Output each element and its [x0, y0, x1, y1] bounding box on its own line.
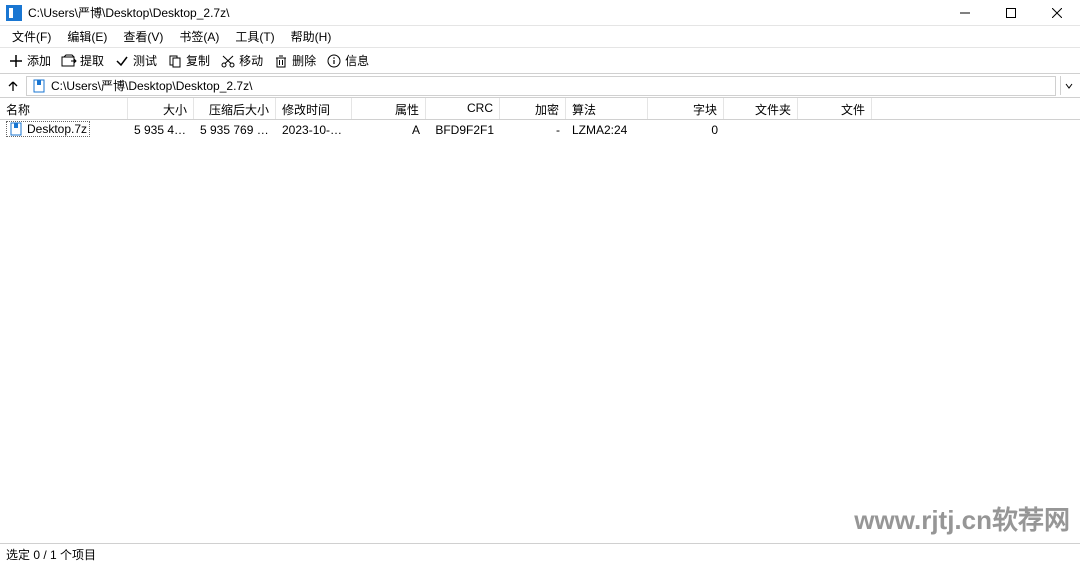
menubar: 文件(F) 编辑(E) 查看(V) 书签(A) 工具(T) 帮助(H): [0, 26, 1080, 48]
toolbar-label: 复制: [186, 52, 210, 69]
col-method[interactable]: 算法: [566, 98, 648, 119]
menu-help[interactable]: 帮助(H): [283, 25, 340, 48]
addressbar: [0, 74, 1080, 98]
archive-file-icon: [9, 122, 23, 136]
address-input[interactable]: [51, 79, 1051, 93]
col-size[interactable]: 大小: [128, 98, 194, 119]
close-button[interactable]: [1034, 0, 1080, 25]
toolbar-extract-button[interactable]: 提取: [57, 50, 108, 71]
cell-modified: 2023-10-20 1...: [276, 121, 352, 139]
window-title: C:\Users\严博\Desktop\Desktop_2.7z\: [28, 4, 942, 21]
plus-icon: [8, 53, 24, 69]
col-files[interactable]: 文件: [798, 98, 872, 119]
cell-size: 5 935 401 943: [128, 121, 194, 139]
menu-edit[interactable]: 编辑(E): [59, 25, 115, 48]
status-text: 选定 0 / 1 个项目: [6, 546, 96, 563]
cell-block: 0: [648, 121, 724, 139]
window-controls: [942, 0, 1080, 25]
toolbar: 添加 提取 测试 复制 移动 删除 信息: [0, 48, 1080, 74]
col-packed[interactable]: 压缩后大小: [194, 98, 276, 119]
toolbar-add-button[interactable]: 添加: [4, 50, 55, 71]
up-button[interactable]: [4, 77, 22, 95]
info-icon: [326, 53, 342, 69]
minimize-button[interactable]: [942, 0, 988, 25]
col-block[interactable]: 字块: [648, 98, 724, 119]
col-name[interactable]: 名称: [0, 98, 128, 119]
cell-name: Desktop.7z: [0, 120, 128, 141]
toolbar-label: 提取: [80, 52, 104, 69]
copy-icon: [167, 53, 183, 69]
extract-icon: [61, 53, 77, 69]
col-modified[interactable]: 修改时间: [276, 98, 352, 119]
app-icon: [6, 5, 22, 21]
col-attr[interactable]: 属性: [352, 98, 426, 119]
titlebar: C:\Users\严博\Desktop\Desktop_2.7z\: [0, 0, 1080, 26]
menu-view[interactable]: 查看(V): [115, 25, 171, 48]
col-crc[interactable]: CRC: [426, 98, 500, 119]
maximize-button[interactable]: [988, 0, 1034, 25]
toolbar-label: 测试: [133, 52, 157, 69]
toolbar-label: 添加: [27, 52, 51, 69]
menu-bookmark[interactable]: 书签(A): [171, 25, 227, 48]
cell-folders: [724, 128, 798, 132]
scissors-icon: [220, 53, 236, 69]
toolbar-test-button[interactable]: 测试: [110, 50, 161, 71]
toolbar-label: 信息: [345, 52, 369, 69]
address-dropdown-button[interactable]: [1060, 76, 1076, 95]
table-row[interactable]: Desktop.7z 5 935 401 943 5 935 769 432 2…: [0, 120, 1080, 140]
address-input-wrap: [26, 76, 1056, 96]
menu-tools[interactable]: 工具(T): [227, 25, 282, 48]
statusbar: 选定 0 / 1 个项目: [0, 543, 1080, 565]
cell-encrypted: -: [500, 121, 566, 139]
cell-attr: A: [352, 121, 426, 139]
toolbar-label: 删除: [292, 52, 316, 69]
toolbar-copy-button[interactable]: 复制: [163, 50, 214, 71]
toolbar-move-button[interactable]: 移动: [216, 50, 267, 71]
toolbar-info-button[interactable]: 信息: [322, 50, 373, 71]
list-header: 名称 大小 压缩后大小 修改时间 属性 CRC 加密 算法 字块 文件夹 文件: [0, 98, 1080, 120]
cell-crc: BFD9F2F1: [426, 121, 500, 139]
file-list[interactable]: Desktop.7z 5 935 401 943 5 935 769 432 2…: [0, 120, 1080, 543]
archive-file-icon: [31, 78, 47, 94]
cell-files: [798, 128, 872, 132]
col-encrypted[interactable]: 加密: [500, 98, 566, 119]
file-name-text: Desktop.7z: [27, 122, 87, 136]
cell-method: LZMA2:24: [566, 121, 648, 139]
col-folders[interactable]: 文件夹: [724, 98, 798, 119]
toolbar-label: 移动: [239, 52, 263, 69]
trash-icon: [273, 53, 289, 69]
toolbar-delete-button[interactable]: 删除: [269, 50, 320, 71]
cell-packed: 5 935 769 432: [194, 121, 276, 139]
check-icon: [114, 53, 130, 69]
menu-file[interactable]: 文件(F): [4, 25, 59, 48]
